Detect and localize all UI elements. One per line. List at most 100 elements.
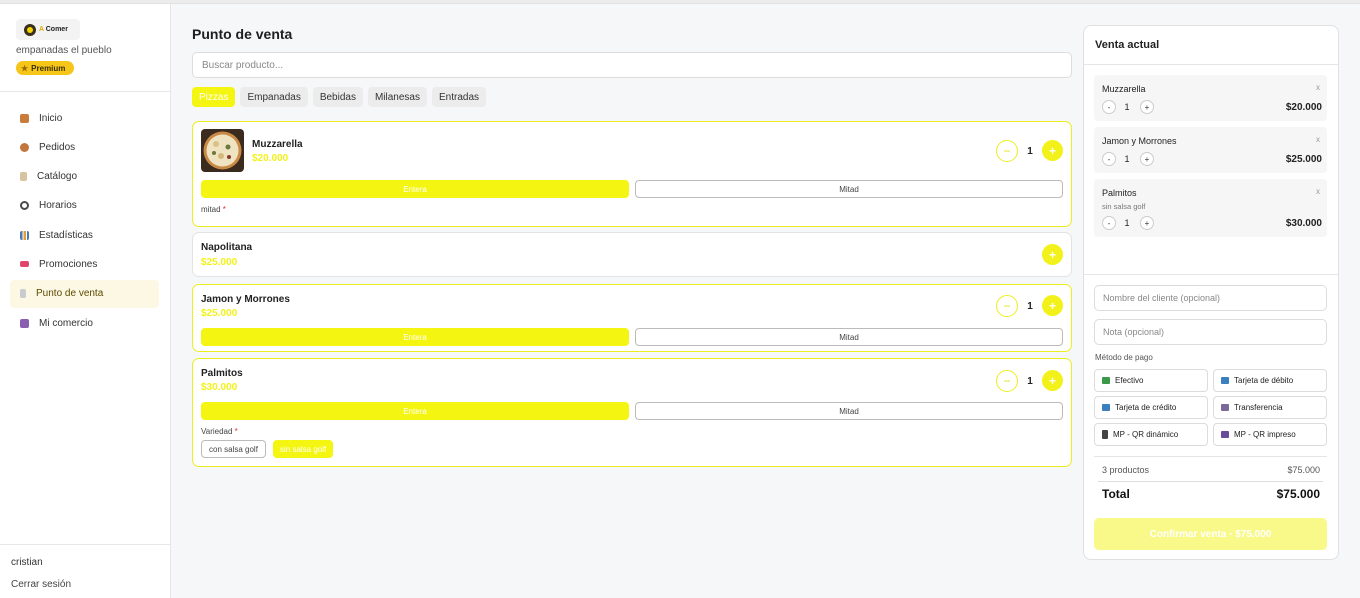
cart-decrease-button[interactable]: - (1102, 100, 1116, 114)
product-image (201, 129, 244, 172)
customer-name-input[interactable] (1094, 285, 1327, 311)
variety-label: Variedad * (201, 427, 238, 436)
tab-empanadas[interactable]: Empanadas (240, 87, 308, 107)
payment-label: Transferencia (1234, 403, 1283, 412)
qty-value: 1 (1027, 146, 1033, 157)
cart-item-note: sin salsa golf (1102, 202, 1146, 211)
printer-icon (1221, 431, 1229, 438)
sidebar-nav: Inicio Pedidos Catálogo Horarios Estadís… (10, 104, 159, 338)
page-title: Punto de venta (192, 26, 293, 42)
remove-item-icon[interactable]: x (1316, 83, 1320, 92)
sidebar-item-inicio[interactable]: Inicio (10, 104, 159, 132)
payment-efectivo-button[interactable]: Efectivo (1094, 369, 1208, 392)
variety-chip-con-salsa-golf[interactable]: con salsa golf (201, 440, 266, 458)
cart-item-name: Palmitos (1102, 188, 1137, 198)
product-card-muzzarella[interactable]: Muzzarella $20.000 − 1 + Entera Mitad mi… (192, 121, 1072, 227)
divider (0, 544, 170, 545)
payment-debito-button[interactable]: Tarjeta de débito (1213, 369, 1327, 392)
cart-decrease-button[interactable]: - (1102, 216, 1116, 230)
payment-method-label: Método de pago (1095, 353, 1153, 362)
sidebar-item-catalogo[interactable]: Catálogo (10, 163, 159, 191)
card-icon (1102, 404, 1110, 411)
brand-name: Comer (45, 26, 68, 33)
product-price: $20.000 (252, 153, 289, 164)
decrease-qty-button[interactable]: − (996, 370, 1018, 392)
sidebar-item-promociones[interactable]: Promociones (10, 250, 159, 278)
cart-decrease-button[interactable]: - (1102, 152, 1116, 166)
increase-qty-button[interactable]: + (1042, 295, 1063, 316)
cash-icon (1102, 377, 1110, 384)
tab-bebidas[interactable]: Bebidas (312, 87, 363, 107)
divider (1098, 481, 1323, 482)
option-entera-button[interactable]: Entera (201, 328, 629, 346)
shop-name: empanadas el pueblo (16, 45, 112, 56)
box-icon (20, 142, 29, 152)
window-top-bar (0, 0, 1360, 4)
variety-chip-sin-salsa-golf[interactable]: sin salsa golf (273, 440, 334, 458)
option-mitad-button[interactable]: Mitad (635, 402, 1063, 420)
product-name: Jamon y Morrones (201, 294, 290, 305)
product-name: Muzzarella (252, 139, 303, 150)
sidebar-item-estadisticas[interactable]: Estadísticas (10, 221, 159, 249)
payment-qr-impreso-button[interactable]: MP - QR impreso (1213, 423, 1327, 446)
variety-label-text: Variedad (201, 427, 233, 436)
subtotal-value: $75.000 (1287, 465, 1320, 475)
cart-item: Palmitos x sin salsa golf - 1 + $30.000 (1094, 179, 1327, 237)
product-search-input[interactable] (192, 52, 1072, 78)
cart-increase-button[interactable]: + (1140, 216, 1154, 230)
option-entera-button[interactable]: Entera (201, 180, 629, 198)
panel-title: Venta actual (1095, 39, 1160, 51)
cart-item: Muzzarella x - 1 + $20.000 (1094, 75, 1327, 121)
tab-pizzas[interactable]: Pizzas (192, 87, 236, 107)
sidebar-item-pedidos[interactable]: Pedidos (10, 133, 159, 161)
cart-item-name: Jamon y Morrones (1102, 136, 1177, 146)
sidebar-item-mi-comercio[interactable]: Mi comercio (10, 309, 159, 337)
cart-increase-button[interactable]: + (1140, 152, 1154, 166)
payment-label: Tarjeta de débito (1234, 376, 1294, 385)
sidebar-item-label: Mi comercio (39, 317, 93, 329)
confirm-sale-button[interactable]: Confirmar venta · $75.000 (1094, 518, 1327, 550)
decrease-qty-button[interactable]: − (996, 140, 1018, 162)
product-name: Napolitana (201, 242, 253, 253)
premium-badge: ★ Premium (16, 61, 74, 75)
phone-icon (1102, 430, 1108, 439)
payment-credito-button[interactable]: Tarjeta de crédito (1094, 396, 1208, 419)
tab-milanesas[interactable]: Milanesas (367, 87, 427, 107)
product-card-jamon-y-morrones[interactable]: Jamon y Morrones $25.000 − 1 + Entera Mi… (192, 284, 1072, 352)
payment-qr-dinamico-button[interactable]: MP - QR dinámico (1094, 423, 1208, 446)
option-label-text: mitad (201, 205, 221, 214)
bank-icon (1221, 404, 1229, 411)
option-entera-button[interactable]: Entera (201, 402, 629, 420)
qty-value: 1 (1027, 376, 1033, 387)
payment-transferencia-button[interactable]: Transferencia (1213, 396, 1327, 419)
required-mark: * (222, 205, 226, 214)
cart-increase-button[interactable]: + (1140, 100, 1154, 114)
logo-mark-icon (24, 23, 36, 36)
remove-item-icon[interactable]: x (1316, 187, 1320, 196)
brand-logo[interactable]: A Comer (16, 19, 80, 40)
payment-label: MP - QR impreso (1234, 430, 1296, 439)
product-card-palmitos[interactable]: Palmitos $30.000 − 1 + Entera Mitad Vari… (192, 358, 1072, 467)
add-product-button[interactable]: + (1042, 244, 1063, 265)
cart-item-price: $30.000 (1285, 218, 1322, 229)
sidebar-item-horarios[interactable]: Horarios (10, 192, 159, 220)
clock-icon (20, 201, 29, 211)
sidebar-item-label: Pedidos (39, 141, 76, 153)
current-sale-panel: Venta actual Muzzarella x - 1 + $20.000 … (1083, 25, 1339, 560)
tab-entradas[interactable]: Entradas (432, 87, 487, 107)
increase-qty-button[interactable]: + (1042, 140, 1063, 161)
option-mitad-button[interactable]: Mitad (635, 180, 1063, 198)
sidebar-item-punto-de-venta[interactable]: Punto de venta (10, 279, 159, 308)
cart-item: Jamon y Morrones x - 1 + $25.000 (1094, 127, 1327, 173)
total-value: $75.000 (1276, 487, 1320, 501)
option-mitad-button[interactable]: Mitad (635, 328, 1063, 346)
decrease-qty-button[interactable]: − (996, 295, 1018, 317)
remove-item-icon[interactable]: x (1316, 135, 1320, 144)
sale-note-input[interactable] (1094, 319, 1327, 345)
product-card-napolitana[interactable]: Napolitana $25.000 + (192, 232, 1072, 277)
category-tabs: Pizzas Empanadas Bebidas Milanesas Entra… (192, 87, 487, 107)
cart-item-price: $25.000 (1285, 154, 1322, 165)
increase-qty-button[interactable]: + (1042, 370, 1063, 391)
logout-link[interactable]: Cerrar sesión (11, 579, 71, 590)
product-name: Palmitos (201, 368, 243, 379)
